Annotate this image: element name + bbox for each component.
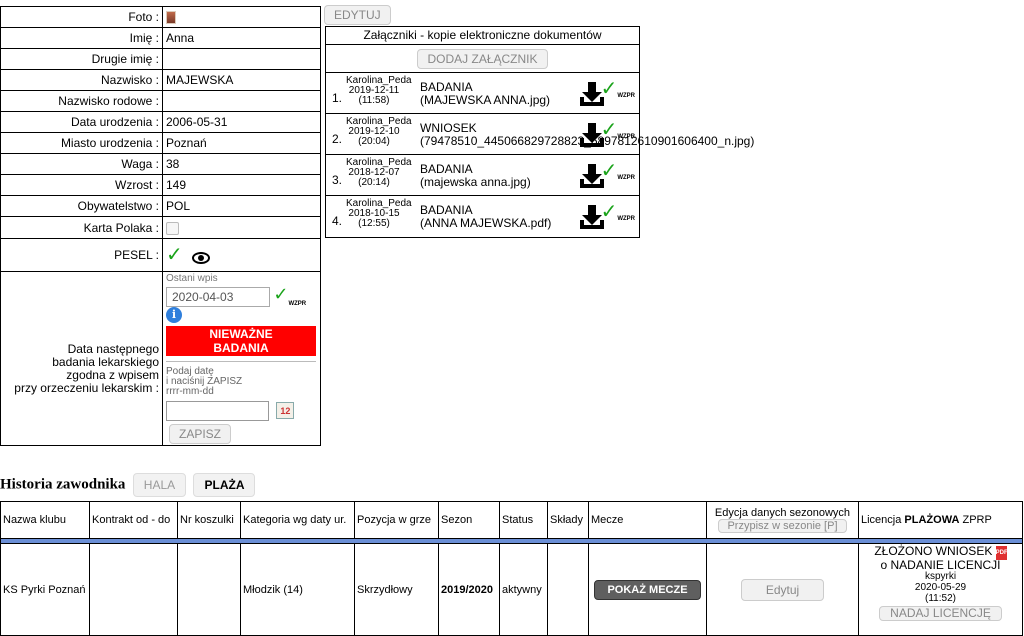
- exam-section: Ostani wpis 2020-04-03 ✓WZPR i NIEWAŻNE …: [162, 271, 321, 446]
- add-attachment-button[interactable]: DODAJ ZAŁĄCZNIK: [417, 49, 548, 69]
- cell-shirt: [177, 543, 241, 636]
- attachment-item: 1. Karolina_Peda 2019-12-11 (11:58) BADA…: [326, 73, 639, 114]
- date-hint: Podaj datę i naciśnij ZAPISZ rrrr-mm-dd: [166, 365, 243, 397]
- value-waga: 38: [162, 153, 321, 175]
- col-mecze: Mecze: [588, 501, 707, 539]
- grant-license-button[interactable]: NADAJ LICENCJĘ: [879, 606, 1002, 621]
- value-imie: Anna: [162, 27, 321, 49]
- label-karta-polaka: Karta Polaka :: [0, 216, 163, 239]
- cell-club: KS Pyrki Poznań: [0, 543, 90, 636]
- verified-check-icon: ✓WZPR: [600, 160, 635, 182]
- last-entry-date: 2020-04-03: [166, 286, 270, 307]
- col-licencja: Licencja PLAŻOWA ZPRP: [858, 501, 1023, 539]
- col-kategoria: Kategoria wg daty ur.: [240, 501, 355, 539]
- edit-button[interactable]: EDYTUJ: [324, 5, 391, 25]
- photo-thumbnail[interactable]: [166, 11, 176, 25]
- col-status: Status: [499, 501, 548, 539]
- col-sezon: Sezon: [438, 501, 500, 539]
- pesel-check-icon: ✓: [166, 244, 183, 266]
- save-button[interactable]: ZAPISZ: [169, 423, 232, 444]
- cell-status: aktywny: [499, 543, 548, 636]
- cell-season: 2019/2020: [438, 543, 500, 636]
- show-matches-button[interactable]: POKAŻ MECZE: [594, 579, 701, 600]
- tab-hala[interactable]: HALA: [132, 473, 187, 497]
- exam-check-icon: ✓: [273, 284, 289, 304]
- cell-contract: [89, 543, 178, 636]
- invalid-exam-badge: NIEWAŻNE BADANIA: [166, 325, 316, 356]
- value-miasto-urodzenia: Poznań: [162, 132, 321, 154]
- value-nazwisko-rodowe: [162, 90, 321, 112]
- value-data-urodzenia: 2006-05-31: [162, 111, 321, 133]
- attachment-item: 2. Karolina_Peda 2019-12-10 (20:04) WNIO…: [326, 114, 754, 155]
- col-nr-koszulki: Nr koszulki: [177, 501, 241, 539]
- wzpr-mark: WZPR: [288, 300, 307, 307]
- label-drugie-imie: Drugie imię :: [0, 48, 163, 70]
- info-icon[interactable]: i: [166, 306, 182, 323]
- eye-icon[interactable]: [192, 251, 211, 264]
- attachment-file[interactable]: (ANNA MAJEWSKA.pdf): [420, 217, 551, 230]
- edit-season-button[interactable]: Edytuj: [740, 578, 825, 601]
- col-nazwa-klubu: Nazwa klubu: [0, 501, 90, 539]
- col-edycja: Edycja danych sezonowych Przypisz w sezo…: [706, 501, 859, 539]
- label-pesel: PESEL :: [0, 238, 163, 272]
- label-nazwisko-rodowe: Nazwisko rodowe :: [0, 90, 163, 112]
- cell-position: Skrzydłowy: [354, 543, 439, 636]
- cell-squads: [547, 543, 589, 636]
- label-waga: Waga :: [0, 153, 163, 175]
- license-cell: ZŁOŻONO WNIOSEK PDF o NADANIE LICENCJI k…: [858, 543, 1023, 636]
- assign-season-button[interactable]: Przypisz w sezonie [P]: [718, 519, 847, 533]
- last-entry-label: Ostani wpis: [166, 273, 218, 284]
- verified-check-icon: ✓WZPR: [600, 201, 635, 223]
- label-imie: Imię :: [0, 27, 163, 49]
- verified-check-icon: ✓WZPR: [600, 78, 635, 100]
- exam-label: Data następnego badania lekarskiego zgod…: [0, 271, 163, 446]
- label-miasto-urodzenia: Miasto urodzenia :: [0, 132, 163, 154]
- exam-date-input[interactable]: [166, 400, 269, 421]
- cell-category: Młodzik (14): [240, 543, 355, 636]
- value-nazwisko: MAJEWSKA: [162, 69, 321, 91]
- label-foto: Foto :: [0, 6, 163, 28]
- table-row: KS Pyrki Poznań Młodzik (14) Skrzydłowy …: [0, 543, 1023, 636]
- label-obywatelstwo: Obywatelstwo :: [0, 195, 163, 217]
- attachments-title: Załączniki - kopie elektroniczne dokumen…: [326, 27, 639, 45]
- col-pozycja: Pozycja w grze: [354, 501, 439, 539]
- attachment-file[interactable]: (majewska anna.jpg): [420, 176, 531, 189]
- history-table: Nazwa klubu Kontrakt od - do Nr koszulki…: [0, 501, 1023, 636]
- verified-check-icon: ✓WZPR: [600, 119, 635, 141]
- attachments-panel: Załączniki - kopie elektroniczne dokumen…: [325, 26, 754, 238]
- attachment-file[interactable]: (MAJEWSKA ANNA.jpg): [420, 94, 550, 107]
- player-info-table: Foto : Imię : Anna Drugie imię : Nazwisk…: [0, 6, 321, 446]
- calendar-icon[interactable]: 12: [276, 402, 295, 420]
- col-sklady: Składy: [547, 501, 589, 539]
- attachment-item: 4. Karolina_Peda 2018-10-15 (12:55) BADA…: [332, 198, 635, 230]
- attachment-item: 3. Karolina_Peda 2018-12-07 (20:14) BADA…: [326, 155, 639, 196]
- col-kontrakt: Kontrakt od - do: [89, 501, 178, 539]
- value-drugie-imie: [162, 48, 321, 70]
- karta-polaka-checkbox[interactable]: [166, 221, 179, 235]
- value-wzrost: 149: [162, 174, 321, 196]
- label-data-urodzenia: Data urodzenia :: [0, 111, 163, 133]
- history-header: Historia zawodnika HALA PLAŻA: [0, 473, 256, 497]
- label-wzrost: Wzrost :: [0, 174, 163, 196]
- value-obywatelstwo: POL: [162, 195, 321, 217]
- label-nazwisko: Nazwisko :: [0, 69, 163, 91]
- tab-plaza[interactable]: PLAŻA: [193, 473, 256, 497]
- history-title: Historia zawodnika: [0, 476, 126, 493]
